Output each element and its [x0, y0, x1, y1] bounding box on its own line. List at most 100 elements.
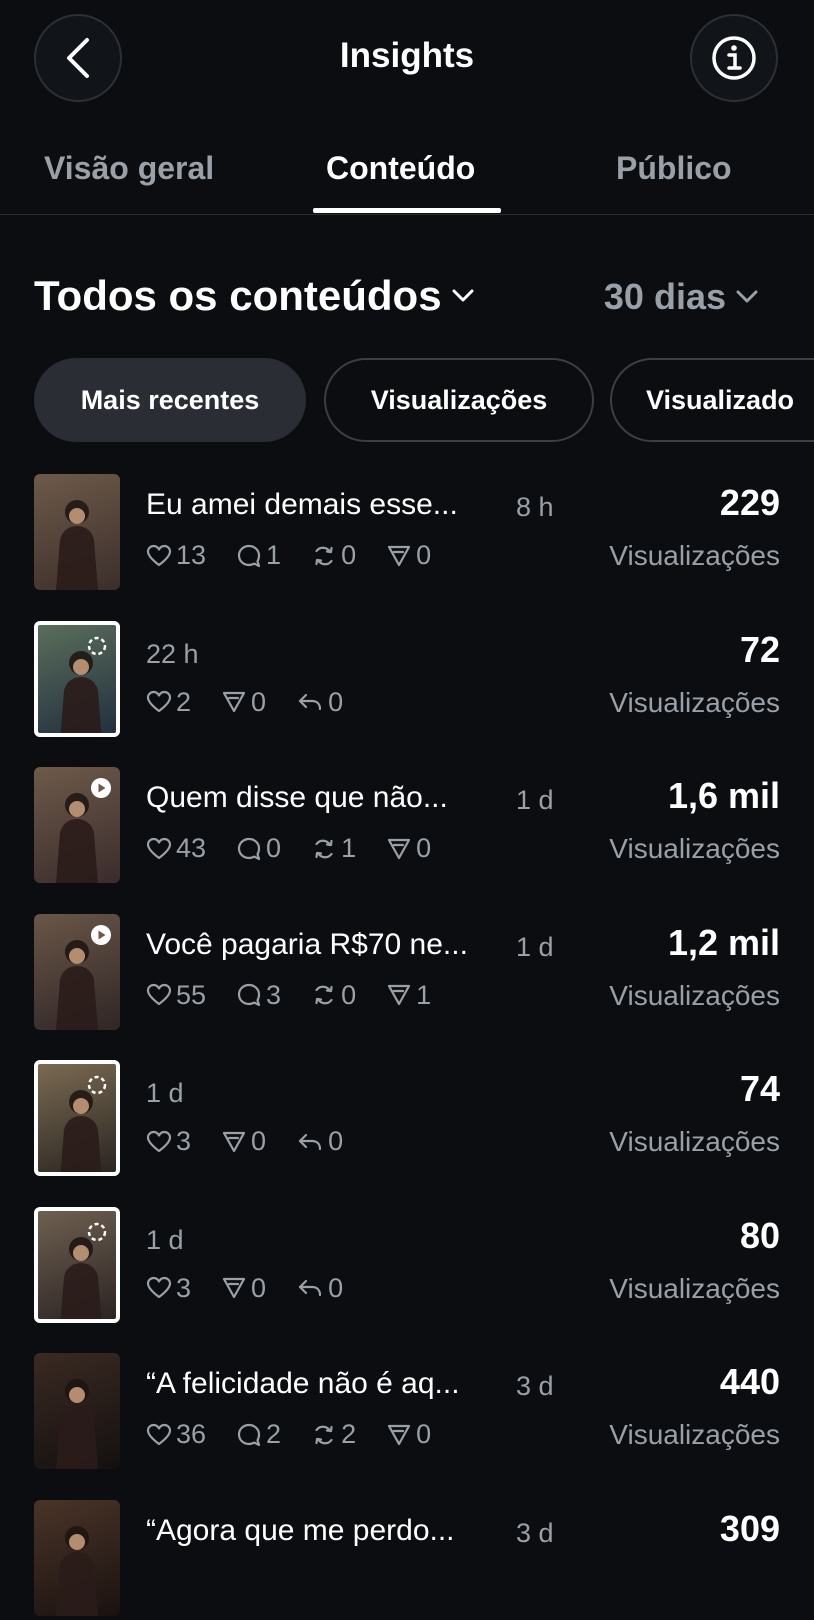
- post-age: 1 d: [516, 931, 554, 962]
- share-icon: [221, 1275, 251, 1301]
- video-icon: [90, 924, 112, 951]
- stat-shares: 0: [221, 1273, 266, 1304]
- heart-icon: [146, 1276, 176, 1300]
- share-icon: [386, 543, 416, 569]
- loading-icon: [86, 635, 108, 662]
- views-label: Visualizações: [609, 1126, 780, 1157]
- views-count: 229: [719, 482, 780, 523]
- comment-icon: [236, 543, 266, 569]
- stat-quotes: 0: [296, 1126, 343, 1157]
- post-row[interactable]: “A felicidade não é aq... 3 d 36 2 2 0 440 Visu…: [0, 1353, 814, 1473]
- post-row[interactable]: 1 d 3 0 0 80 Visualizações: [0, 1206, 814, 1327]
- views-count: 1,2 mil: [667, 921, 780, 963]
- stat-value: 0: [328, 1126, 344, 1156]
- post-age: 1 d: [146, 1078, 184, 1108]
- stat-value: 0: [328, 1272, 344, 1303]
- views-label: Visualizações: [609, 540, 780, 571]
- views-count: 1,6 mil: [667, 775, 780, 816]
- stat-likes: 13: [146, 540, 206, 571]
- stat-value: 0: [266, 833, 282, 863]
- chip-viewed[interactable]: Visualizado: [610, 358, 814, 442]
- share-icon: [386, 836, 416, 862]
- stat-replies: 2: [236, 1419, 281, 1450]
- tab-audience[interactable]: Público: [616, 150, 732, 187]
- stat-value: 55: [176, 979, 207, 1010]
- post-row[interactable]: Quem disse que não... 1 d 43 0 1 0 1,6 mil Visu…: [0, 767, 814, 887]
- stat-likes: 36: [146, 1419, 206, 1450]
- info-button[interactable]: [690, 14, 778, 102]
- stat-likes: 3: [146, 1273, 191, 1304]
- stat-shares: 1: [386, 980, 431, 1011]
- repost-icon: [311, 543, 341, 569]
- tab-content[interactable]: Conteúdo: [326, 150, 475, 187]
- post-age: 3 d: [516, 1517, 554, 1548]
- comment-icon: [236, 982, 266, 1008]
- repost-icon: [311, 836, 341, 862]
- stat-value: 13: [176, 540, 207, 570]
- loading-icon: [86, 1074, 108, 1101]
- chip-views[interactable]: Visualizações: [324, 358, 594, 442]
- video-icon: [90, 777, 112, 804]
- heart-icon: [146, 544, 176, 568]
- post-thumbnail: [34, 620, 120, 737]
- stat-value: 43: [176, 833, 207, 863]
- stat-value: 0: [328, 686, 344, 717]
- stat-value: 0: [341, 540, 357, 570]
- sort-chips: Mais recentes Visualizações Visualizado: [0, 358, 814, 444]
- post-thumbnail: [34, 767, 120, 883]
- post-row[interactable]: 22 h 2 0 0 72 Visualizações: [0, 620, 814, 741]
- stat-reposts: 0: [311, 980, 356, 1011]
- post-row[interactable]: 1 d 3 0 0 74 Visualizações: [0, 1060, 814, 1180]
- post-stats: 2 0 0: [146, 687, 373, 718]
- active-tab-indicator: [313, 208, 501, 213]
- views-label: Visualizações: [609, 1272, 780, 1304]
- views-count: 440: [719, 1361, 780, 1402]
- stat-quotes: 0: [296, 1273, 343, 1304]
- views-count: 80: [739, 1214, 780, 1256]
- period-label: 30 dias: [603, 276, 726, 317]
- stat-value: 3: [266, 979, 282, 1010]
- stat-likes: 55: [146, 980, 206, 1011]
- stat-likes: 3: [146, 1126, 191, 1157]
- post-title: Quem disse que não...: [146, 781, 448, 814]
- heart-icon: [146, 1423, 176, 1447]
- post-title: Eu amei demais esse...: [146, 488, 458, 521]
- stat-shares: 0: [386, 833, 431, 864]
- comment-icon: [236, 1422, 266, 1448]
- person-silhouette: [56, 1525, 98, 1616]
- post-row[interactable]: “Agora que me perdo... 3 d 309: [0, 1499, 814, 1620]
- stat-value: 3: [176, 1126, 192, 1156]
- heart-icon: [146, 837, 176, 861]
- views-label: Visualizações: [609, 1419, 780, 1450]
- chip-most-recent[interactable]: Mais recentes: [34, 358, 306, 442]
- person-silhouette: [56, 1379, 98, 1469]
- post-row[interactable]: Eu amei demais esse... 8 h 13 1 0 0 229 Visuali…: [0, 474, 814, 594]
- views-count: 309: [719, 1507, 780, 1549]
- tab-overview[interactable]: Visão geral: [44, 150, 214, 187]
- stat-reposts: 2: [311, 1419, 356, 1450]
- share-icon: [221, 1129, 251, 1155]
- post-stats: 13 1 0 0: [146, 540, 461, 571]
- post-title: Você pagaria R$70 ne...: [146, 927, 468, 961]
- stat-shares: 0: [221, 1126, 266, 1157]
- post-stats: 36 2 2 0: [146, 1419, 461, 1450]
- stat-value: 1: [266, 540, 282, 570]
- views-count: 74: [739, 1068, 780, 1109]
- info-icon: [712, 36, 756, 80]
- period-dropdown[interactable]: 30 dias: [604, 276, 758, 318]
- share-icon: [386, 982, 416, 1008]
- views-label: Visualizações: [609, 979, 780, 1011]
- stat-value: 1: [341, 833, 357, 863]
- post-row[interactable]: Você pagaria R$70 ne... 1 d 55 3 0 1 1,2 mil Vi…: [0, 913, 814, 1034]
- stat-quotes: 0: [296, 687, 343, 718]
- post-age: 22 h: [146, 638, 199, 669]
- stat-shares: 0: [386, 540, 431, 571]
- stat-shares: 0: [221, 687, 266, 718]
- stat-value: 0: [416, 1419, 432, 1449]
- reply-arrow-icon: [296, 1275, 328, 1301]
- stat-value: 2: [341, 1419, 357, 1449]
- filter-row: Todos os conteúdos 30 dias: [0, 262, 814, 332]
- post-thumbnail: [34, 1353, 120, 1469]
- content-type-dropdown[interactable]: Todos os conteúdos: [34, 272, 474, 320]
- stat-likes: 2: [146, 687, 191, 718]
